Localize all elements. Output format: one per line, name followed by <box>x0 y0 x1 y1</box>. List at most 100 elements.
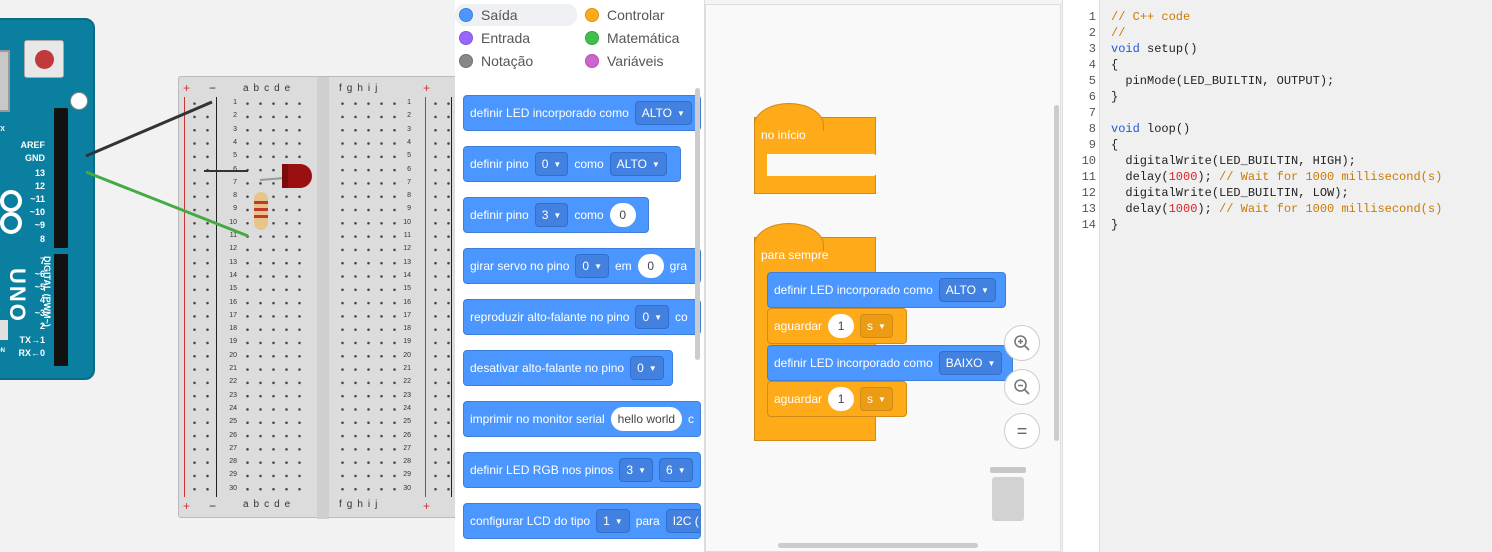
block-text: definir LED RGB nos pinos <box>470 463 614 477</box>
block-text: gra <box>669 259 688 273</box>
pin-dropdown[interactable]: 0 ▼ <box>575 254 609 278</box>
wire-green[interactable] <box>85 170 249 238</box>
dropdown-value: s <box>867 319 874 333</box>
value-input[interactable]: 0 <box>609 203 636 227</box>
block-set-pin-analog[interactable]: definir pino 3 ▼ como 0 <box>463 197 649 233</box>
block-play-speaker[interactable]: reproduzir alto-falante no pino 0 ▼ co <box>463 299 701 335</box>
block-set-rgb-led[interactable]: definir LED RGB nos pinos 3 ▼ 6 ▼ <box>463 452 701 488</box>
code-line[interactable]: void setup() <box>1111 42 1197 56</box>
code-line[interactable]: void loop() <box>1111 122 1190 136</box>
code-line[interactable]: delay(1000); // Wait for 1000 millisecon… <box>1111 202 1442 216</box>
line-number: 5 <box>1088 74 1096 88</box>
block-set-builtin-led[interactable]: definir LED incorporado como ALTO ▼ <box>463 95 701 131</box>
trash-icon[interactable] <box>988 467 1028 523</box>
pin-dropdown[interactable]: 0 ▼ <box>534 152 569 176</box>
block-text: girar servo no pino <box>470 259 570 273</box>
blocks-workspace[interactable]: no início para sempre definir LED incorp… <box>705 4 1061 552</box>
dropdown-value: ALTO <box>945 283 976 297</box>
level-dropdown[interactable]: BAIXO ▼ <box>938 351 1003 375</box>
level-dropdown[interactable]: ALTO ▼ <box>938 278 996 302</box>
resistor[interactable] <box>254 192 268 230</box>
dropdown-value: 0 <box>541 157 549 171</box>
block-stop-speaker[interactable]: desativar alto-falante no pino 0 ▼ <box>463 350 673 386</box>
level-dropdown[interactable]: ALTO ▼ <box>634 101 692 125</box>
text-input[interactable]: hello world <box>610 407 682 431</box>
workspace-vscrollbar[interactable] <box>1054 105 1059 441</box>
event-label: no início <box>761 128 806 142</box>
workspace-hscrollbar[interactable] <box>778 543 978 548</box>
dropdown-arrow-icon: ▼ <box>878 394 886 404</box>
unit-dropdown[interactable]: s ▼ <box>860 387 893 411</box>
dropdown-arrow-icon: ▼ <box>553 210 562 220</box>
circuit-canvas[interactable]: AREFGND1312~11~10~987~6~54~32TX→1RX←0 TX… <box>0 0 455 552</box>
line-number: 7 <box>1088 106 1096 120</box>
block-text: definir LED incorporado como <box>774 356 933 370</box>
block-configure-lcd[interactable]: configurar LCD do tipo 1 ▼ para I2C ( <box>463 503 701 539</box>
pin-dropdown[interactable]: 6 ▼ <box>659 458 693 482</box>
code-line[interactable]: } <box>1111 218 1118 232</box>
line-number: 12 <box>1081 186 1096 200</box>
category-controlar[interactable]: Controlar <box>581 4 669 26</box>
category-label: Entrada <box>481 30 531 46</box>
zoom-reset-button[interactable]: = <box>1004 413 1040 449</box>
dropdown-value: 0 <box>642 310 650 324</box>
palette-scrollbar[interactable] <box>695 88 700 360</box>
code-line[interactable]: { <box>1111 58 1118 72</box>
category-label: Notação <box>481 53 534 69</box>
category-variaveis[interactable]: Variáveis <box>581 50 668 72</box>
pin-dropdown[interactable]: 0 ▼ <box>635 305 670 329</box>
stack-set-led-high[interactable]: definir LED incorporado como ALTO ▼ <box>767 272 1006 308</box>
empty-slot[interactable] <box>767 154 877 176</box>
code-line[interactable]: { <box>1111 138 1118 152</box>
wire-black[interactable] <box>85 100 213 158</box>
stack-wait-2[interactable]: aguardar 1 s ▼ <box>767 381 907 417</box>
led[interactable] <box>282 164 312 188</box>
code-line[interactable]: // C++ code <box>1111 10 1190 24</box>
wait-value-input[interactable]: 1 <box>828 314 855 338</box>
code-line[interactable]: } <box>1111 90 1118 104</box>
block-set-pin[interactable]: definir pino 0 ▼ como ALTO ▼ <box>463 146 681 182</box>
level-dropdown[interactable]: ALTO ▼ <box>609 152 667 176</box>
interface-dropdown[interactable]: I2C ( <box>665 509 700 533</box>
wait-value-input[interactable]: 1 <box>828 387 855 411</box>
type-dropdown[interactable]: 1 ▼ <box>596 509 630 533</box>
dropdown-arrow-icon: ▼ <box>594 261 602 271</box>
block-serial-print[interactable]: imprimir no monitor serial hello world c <box>463 401 701 437</box>
category-notacao[interactable]: Notação <box>455 50 537 72</box>
code-line[interactable]: digitalWrite(LED_BUILTIN, LOW); <box>1111 186 1348 200</box>
code-line[interactable]: digitalWrite(LED_BUILTIN, HIGH); <box>1111 154 1355 168</box>
block-text: como <box>574 208 604 222</box>
block-text: definir LED incorporado como <box>470 106 629 120</box>
tinkercad-editor: AREFGND1312~11~10~987~6~54~32TX→1RX←0 TX… <box>0 0 1492 552</box>
line-number: 4 <box>1088 58 1096 72</box>
dropdown-value: 3 <box>626 463 634 477</box>
stack-set-led-low[interactable]: definir LED incorporado como BAIXO ▼ <box>767 345 1013 381</box>
code-line[interactable]: delay(1000); // Wait for 1000 millisecon… <box>1111 170 1442 184</box>
dropdown-arrow-icon: ▼ <box>878 321 886 331</box>
event-label: para sempre <box>761 248 829 262</box>
value-input[interactable]: 0 <box>637 254 664 278</box>
pin-dropdown[interactable]: 3 ▼ <box>619 458 654 482</box>
code-editor[interactable]: 1 // C++ code 2 // 3 void setup() 4 {5 pinMode(… <box>1062 0 1492 552</box>
zoom-in-button[interactable] <box>1004 325 1040 361</box>
block-rotate-servo[interactable]: girar servo no pino 0 ▼ em 0 gra <box>463 248 701 284</box>
category-matematica[interactable]: Matemática <box>581 27 683 49</box>
category-entrada[interactable]: Entrada <box>455 27 534 49</box>
event-block-on-start[interactable]: no início <box>754 103 877 194</box>
unit-dropdown[interactable]: s ▼ <box>860 314 893 338</box>
line-number: 2 <box>1088 26 1096 40</box>
hat-cap <box>754 223 824 251</box>
block-text: em <box>615 259 632 273</box>
category-saida[interactable]: Saída <box>455 4 577 26</box>
stack-wait-1[interactable]: aguardar 1 s ▼ <box>767 308 907 344</box>
dropdown-arrow-icon: ▼ <box>648 363 657 373</box>
dropdown-arrow-icon: ▼ <box>980 285 989 295</box>
code-line[interactable]: // <box>1111 26 1125 40</box>
wires <box>85 100 285 238</box>
block-text: aguardar <box>774 392 823 406</box>
pin-dropdown[interactable]: 0 ▼ <box>630 356 664 380</box>
code-line[interactable]: pinMode(LED_BUILTIN, OUTPUT); <box>1111 74 1334 88</box>
zoom-out-button[interactable] <box>1004 369 1040 405</box>
pin-dropdown[interactable]: 3 ▼ <box>534 203 569 227</box>
line-number: 8 <box>1088 122 1096 136</box>
